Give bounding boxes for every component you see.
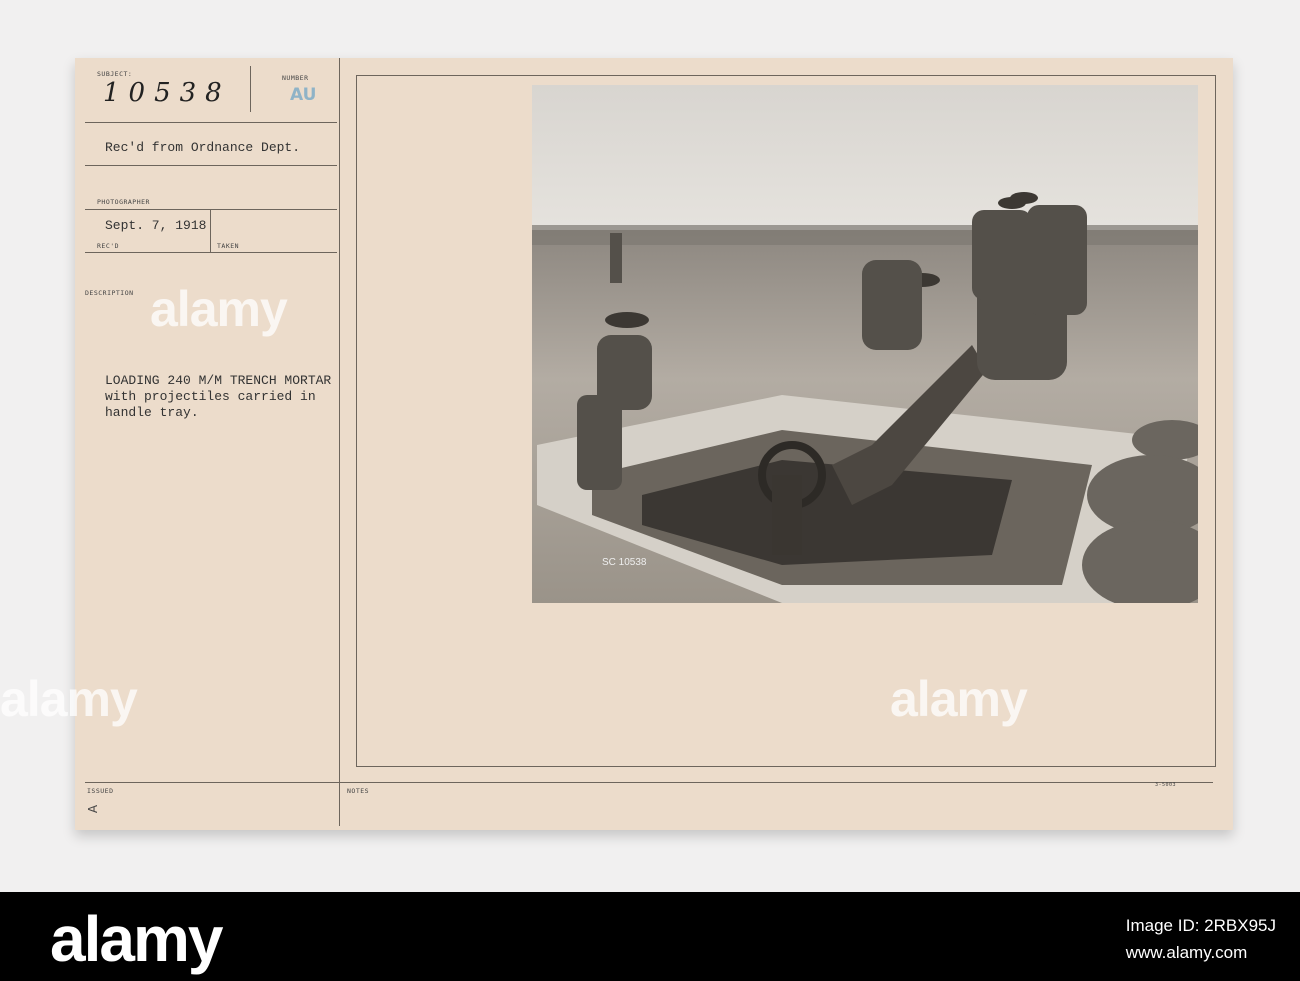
recd-label: REC'D — [97, 242, 120, 250]
divider — [85, 165, 337, 166]
photographer-label: PHOTOGRAPHER — [97, 198, 150, 206]
brand-logo: alamy — [50, 903, 223, 975]
watermark: alamy — [0, 671, 138, 727]
subject-label: SUBJECT: — [97, 70, 133, 78]
watermark: alamy — [890, 671, 1028, 727]
divider — [250, 66, 251, 112]
divider — [85, 252, 337, 253]
date: Sept. 7, 1918 — [105, 218, 207, 233]
received-from: Rec'd from Ordnance Dept. — [105, 140, 301, 155]
divider — [210, 209, 211, 252]
number-stamp: AU — [290, 85, 317, 105]
divider — [85, 209, 337, 210]
description-line: LOADING 240 M/M TRENCH MORTAR — [105, 373, 332, 388]
number-label: NUMBER — [282, 74, 309, 82]
divider — [85, 782, 1213, 783]
photo-caption: SC 10538 — [602, 557, 647, 568]
description-line: handle tray. — [105, 405, 199, 420]
subject-number: 10538 — [103, 78, 231, 108]
image-id: Image ID: 2RBX95J — [1125, 916, 1276, 935]
form-number: 3-5003 — [1155, 782, 1177, 788]
site-url[interactable]: www.alamy.com — [1126, 939, 1276, 966]
issued-mark: A — [86, 804, 101, 814]
image-info: Image ID: 2RBX95J www.alamy.com — [1126, 912, 1276, 966]
notes-label: NOTES — [347, 787, 370, 795]
photograph: SC 10538 — [532, 85, 1198, 603]
description-line: with projectiles carried in — [105, 389, 316, 404]
taken-label: TAKEN — [217, 242, 240, 250]
watermark: alamy — [150, 281, 288, 337]
footer-bar: alamy Image ID: 2RBX95J www.alamy.com — [0, 892, 1300, 981]
divider — [85, 122, 337, 123]
description-label: DESCRIPTION — [85, 289, 134, 297]
column-divider — [339, 58, 340, 826]
archive-card: SUBJECT: 10538 NUMBER AU Rec'd from Ordn… — [75, 58, 1233, 830]
issued-label: ISSUED — [87, 787, 114, 795]
